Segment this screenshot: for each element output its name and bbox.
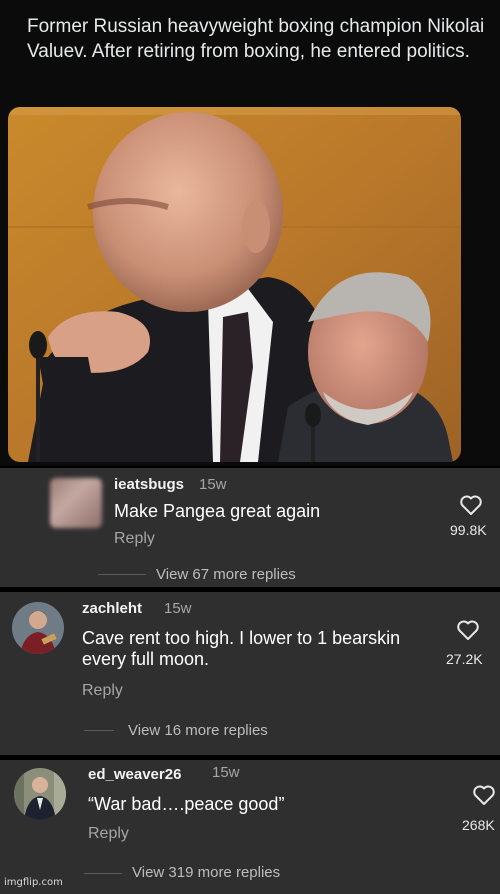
tweet: Former Russian heavyweight boxing champi… <box>0 0 500 466</box>
comment-age: 15w <box>199 476 227 493</box>
reply-button[interactable]: Reply <box>88 825 129 843</box>
heart-outline-icon[interactable] <box>456 619 480 641</box>
avatar[interactable] <box>12 602 64 654</box>
replies-divider <box>84 873 122 874</box>
comment-username[interactable]: zachleht <box>82 600 142 617</box>
like-count: 99.8K <box>450 522 487 538</box>
reply-button[interactable]: Reply <box>114 530 155 548</box>
comment-card: ed_weaver26 15w “War bad….peace good” Re… <box>0 760 500 894</box>
avatar[interactable] <box>50 478 102 528</box>
view-more-replies[interactable]: View 16 more replies <box>128 722 268 739</box>
comment-username[interactable]: ed_weaver26 <box>88 766 181 783</box>
comment-age: 15w <box>164 600 192 617</box>
comment-text: Make Pangea great again <box>114 501 321 521</box>
avatar[interactable] <box>14 768 66 820</box>
comment-text: Cave rent too high. I lower to 1 bearski… <box>82 628 401 669</box>
comment-age: 15w <box>212 764 240 781</box>
comment-username[interactable]: ieatsbugs <box>114 476 184 493</box>
tweet-photo[interactable] <box>8 107 461 462</box>
reply-button[interactable]: Reply <box>82 682 123 700</box>
watermark: imgflip.com <box>4 877 63 888</box>
tweet-text: Former Russian heavyweight boxing champi… <box>27 16 485 62</box>
replies-divider <box>98 574 146 575</box>
photo-illustration <box>8 107 461 462</box>
heart-outline-icon[interactable] <box>472 784 496 806</box>
heart-outline-icon[interactable] <box>459 494 483 516</box>
view-more-replies[interactable]: View 67 more replies <box>156 566 296 583</box>
view-more-replies[interactable]: View 319 more replies <box>132 864 280 881</box>
comment-card: zachleht 15w Cave rent too high. I lower… <box>0 592 500 755</box>
like-count: 27.2K <box>446 651 483 667</box>
avatar-image <box>14 768 66 820</box>
avatar-image <box>12 602 64 654</box>
replies-divider <box>84 730 114 731</box>
comment-card: ieatsbugs 15w Make Pangea great again Re… <box>0 468 500 587</box>
comment-text: “War bad….peace good” <box>88 794 285 814</box>
like-count: 268K <box>462 817 495 833</box>
